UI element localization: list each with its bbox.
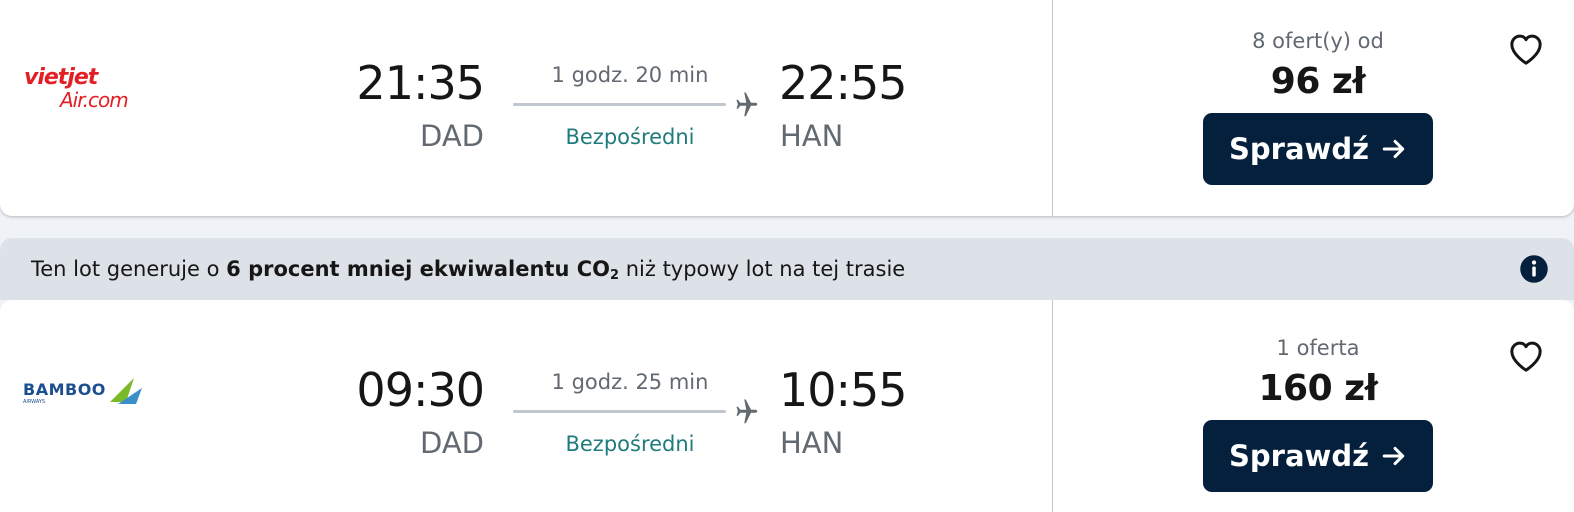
departure-airport: DAD	[420, 119, 484, 153]
route-line	[513, 410, 726, 413]
flight-duration: 1 godz. 25 min	[551, 370, 709, 394]
logo-text-primary: BAMBOO	[23, 380, 106, 399]
offers-count: 8 ofert(y) od	[1252, 29, 1384, 53]
eco-highlight: 6 procent mniej ekwiwalentu CO	[226, 257, 610, 281]
price: 160 zł	[1258, 368, 1379, 409]
departure-airport: DAD	[420, 426, 484, 460]
arrival-airport: HAN	[780, 426, 844, 460]
arrival-time: 10:55	[779, 363, 908, 417]
plane-icon	[736, 399, 758, 424]
arrow-right-icon	[1382, 139, 1405, 159]
departure-time: 09:30	[356, 363, 485, 417]
bamboo-airways-logo: BAMBOO AIRWAYS	[23, 378, 142, 405]
eco-prefix: Ten lot generuje o	[31, 257, 227, 281]
logo-text-secondary: Air.com	[58, 88, 128, 112]
flight-result-card[interactable]: vietjet Air.com 21:35 DAD 1 godz. 20 min…	[0, 0, 1574, 216]
check-offer-label: Sprawdź	[1229, 439, 1369, 473]
check-offer-button[interactable]: Sprawdź	[1203, 113, 1433, 185]
heart-icon[interactable]	[1504, 336, 1548, 376]
card-divider	[1052, 0, 1053, 216]
arrow-right-icon	[1382, 446, 1405, 466]
plane-icon	[736, 92, 758, 117]
card-divider	[1052, 300, 1053, 512]
flight-result-card[interactable]: BAMBOO AIRWAYS 09:30 DAD 1 godz. 25 min …	[0, 300, 1574, 512]
departure-time: 21:35	[356, 56, 485, 110]
route-line	[513, 103, 726, 106]
price: 96 zł	[1270, 61, 1366, 102]
flight-duration: 1 godz. 20 min	[551, 63, 709, 87]
heart-icon[interactable]	[1504, 29, 1548, 69]
eco-banner: Ten lot generuje o 6 procent mniej ekwiw…	[0, 238, 1574, 300]
check-offer-button[interactable]: Sprawdź	[1203, 420, 1433, 492]
eco-banner-text: Ten lot generuje o 6 procent mniej ekwiw…	[31, 257, 905, 283]
offers-count: 1 oferta	[1276, 336, 1360, 360]
arrival-airport: HAN	[780, 119, 844, 153]
arrival-time: 22:55	[779, 56, 908, 110]
stops-label: Bezpośredni	[565, 125, 695, 149]
logo-text-secondary: AIRWAYS	[23, 399, 45, 405]
logo-text-primary: vietjet	[24, 65, 100, 90]
eco-suffix: niż typowy lot na tej trasie	[619, 257, 906, 281]
check-offer-label: Sprawdź	[1229, 132, 1369, 166]
info-icon[interactable]	[1519, 254, 1549, 284]
stops-label: Bezpośredni	[565, 432, 695, 456]
eco-subscript: 2	[610, 268, 620, 283]
vietjet-air-logo: vietjet Air.com	[24, 65, 129, 112]
